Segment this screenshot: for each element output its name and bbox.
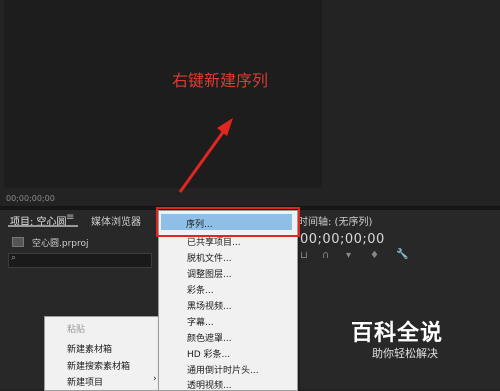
watermark-title: 百科全说 [351,321,444,346]
annotation-callout: 右键新建序列 [172,71,269,90]
watermark-subtitle: 助你轻松解决 [372,347,438,360]
